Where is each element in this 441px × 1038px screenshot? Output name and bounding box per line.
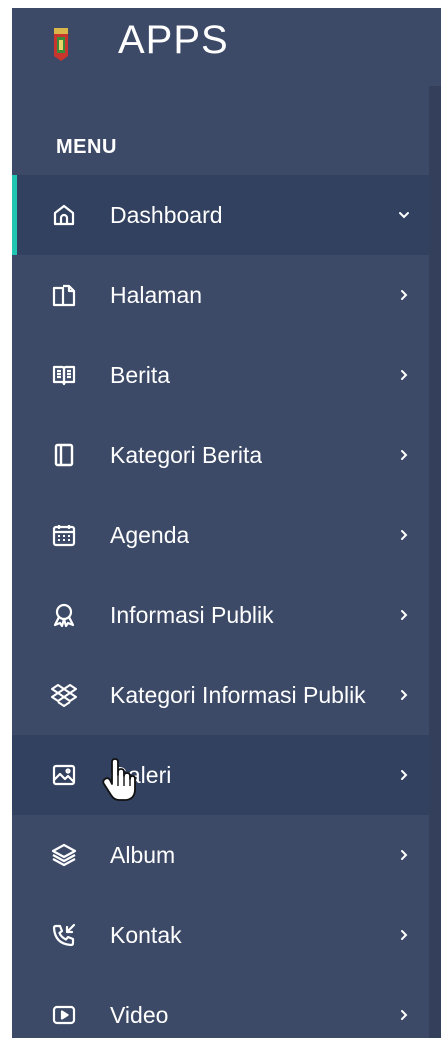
brand-header[interactable]: APPS xyxy=(12,8,429,86)
chevron-right-icon xyxy=(395,526,413,544)
sidebar-item-label: Agenda xyxy=(110,522,190,548)
chevron-right-icon xyxy=(395,846,413,864)
menu-list: Dashboard Halaman Berita Kategori Berita… xyxy=(12,175,429,1038)
sidebar-item-label: Dashboard xyxy=(110,202,223,228)
layers-icon xyxy=(51,842,77,868)
sidebar-item-informasi-publik[interactable]: Informasi Publik xyxy=(12,575,429,655)
regional-emblem-icon xyxy=(54,28,68,61)
category-book-icon xyxy=(51,442,77,468)
sidebar-item-label: Video xyxy=(110,1002,169,1028)
chevron-right-icon xyxy=(395,1006,413,1024)
sidebar-item-label: Halaman xyxy=(110,282,203,308)
pages-icon xyxy=(51,282,77,308)
chevron-right-icon xyxy=(395,926,413,944)
sidebar-item-label: Informasi Publik xyxy=(110,602,274,628)
play-icon xyxy=(51,1002,77,1028)
news-book-icon xyxy=(51,362,77,388)
chevron-right-icon xyxy=(395,686,413,704)
image-icon xyxy=(51,762,77,788)
chevron-down-icon xyxy=(395,206,413,224)
sidebar-item-galeri[interactable]: Galeri xyxy=(12,735,429,815)
home-icon xyxy=(51,202,77,228)
sidebar: APPS MENU Dashboard Halaman Berita Kateg… xyxy=(12,8,441,1038)
chevron-right-icon xyxy=(395,286,413,304)
chevron-right-icon xyxy=(395,606,413,624)
sidebar-scroll-edge xyxy=(429,86,441,1038)
sidebar-item-video[interactable]: Video xyxy=(12,975,429,1038)
sidebar-item-label: Kontak xyxy=(110,922,182,948)
sidebar-item-kategori-informasi-publik[interactable]: Kategori Informasi Publik xyxy=(12,655,429,735)
chevron-right-icon xyxy=(395,366,413,384)
menu-section-header: MENU xyxy=(56,136,117,158)
sidebar-item-label: Berita xyxy=(110,362,171,388)
sidebar-item-dashboard[interactable]: Dashboard xyxy=(12,175,429,255)
dropbox-icon xyxy=(51,682,77,708)
sidebar-item-label: Galeri xyxy=(110,762,172,788)
phone-incoming-icon xyxy=(51,922,77,948)
sidebar-item-berita[interactable]: Berita xyxy=(12,335,429,415)
sidebar-item-halaman[interactable]: Halaman xyxy=(12,255,429,335)
sidebar-item-kontak[interactable]: Kontak xyxy=(12,895,429,975)
chevron-right-icon xyxy=(395,446,413,464)
calendar-icon xyxy=(51,522,77,548)
sidebar-item-agenda[interactable]: Agenda xyxy=(12,495,429,575)
chevron-right-icon xyxy=(395,766,413,784)
sidebar-item-label: Kategori Berita xyxy=(110,442,263,468)
sidebar-item-album[interactable]: Album xyxy=(12,815,429,895)
award-ribbon-icon xyxy=(51,602,77,628)
sidebar-item-label: Kategori Informasi Publik xyxy=(110,682,366,708)
sidebar-item-label: Album xyxy=(110,842,176,868)
app-title: APPS xyxy=(118,18,229,62)
sidebar-item-kategori-berita[interactable]: Kategori Berita xyxy=(12,415,429,495)
